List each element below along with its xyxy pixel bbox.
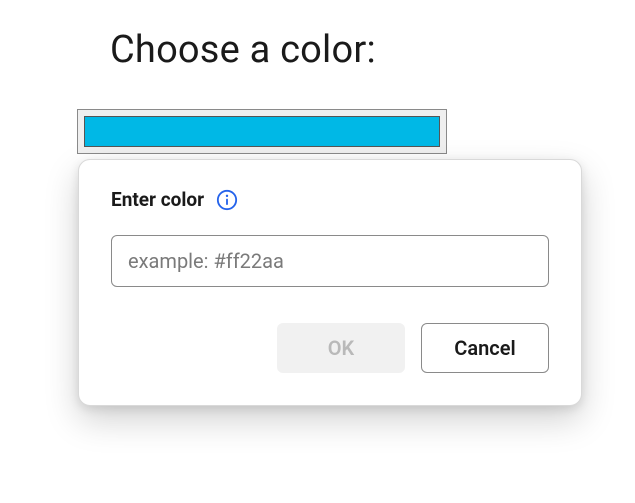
dialog-title: Enter color [111,188,204,211]
page-title: Choose a color: [110,28,376,72]
cancel-button[interactable]: Cancel [421,323,549,373]
color-preview-container[interactable] [77,109,447,154]
ok-button[interactable]: OK [277,323,405,373]
color-preview-swatch [84,116,440,147]
color-input-dialog: Enter color OK Cancel [78,159,582,406]
info-icon[interactable] [216,189,238,211]
dialog-button-row: OK Cancel [111,323,549,373]
color-input-wrap [111,235,549,287]
dialog-header: Enter color [111,188,549,211]
color-input[interactable] [111,235,549,287]
